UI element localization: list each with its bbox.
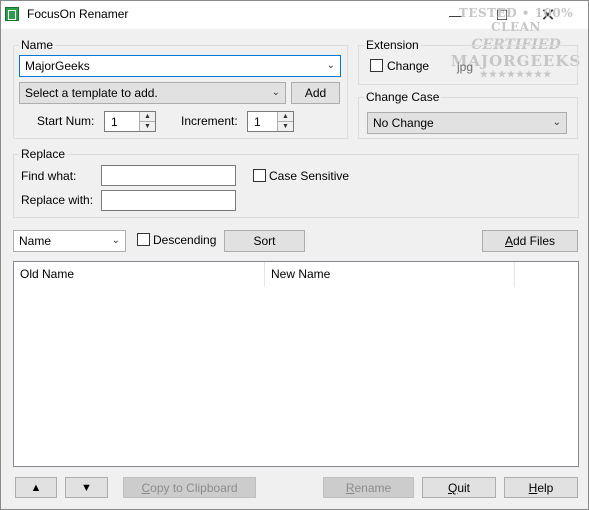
- extension-value[interactable]: jpg: [457, 60, 473, 74]
- move-down-button[interactable]: ▼: [65, 477, 108, 498]
- increment-stepper[interactable]: 1 ▲ ▼: [247, 111, 294, 132]
- increment-arrows: ▲ ▼: [277, 112, 293, 131]
- file-list[interactable]: Old Name New Name: [13, 261, 579, 467]
- name-combo-value: MajorGeeks: [25, 59, 90, 73]
- rename-button[interactable]: Rename: [323, 477, 414, 498]
- increment-label: Increment:: [181, 114, 238, 128]
- start-num-value: 1: [111, 115, 118, 129]
- template-combo[interactable]: Select a template to add. ⌄: [19, 82, 286, 104]
- app-logo-icon: [5, 7, 19, 21]
- sort-button[interactable]: Sort: [224, 230, 305, 252]
- quit-mnemonic: Q: [447, 481, 458, 495]
- add-template-button[interactable]: Add: [291, 82, 340, 104]
- copy-to-clipboard-button[interactable]: Copy to Clipboard: [123, 477, 256, 498]
- help-label: elp: [537, 481, 554, 495]
- quit-button[interactable]: Quit: [422, 477, 496, 498]
- chevron-down-icon: ⌄: [111, 235, 120, 246]
- spin-down-icon[interactable]: ▼: [140, 121, 155, 131]
- change-case-group-label: Change Case: [364, 90, 442, 104]
- replace-group-label: Replace: [19, 147, 68, 161]
- change-case-combo[interactable]: No Change ⌄: [367, 112, 567, 134]
- change-extension-label: Change: [387, 59, 430, 73]
- spin-up-icon[interactable]: ▲: [140, 112, 155, 122]
- change-case-value: No Change: [373, 116, 434, 130]
- chevron-down-icon: ⌄: [326, 60, 335, 71]
- window-title: FocusOn Renamer: [27, 7, 129, 21]
- sort-field-combo[interactable]: Name ⌄: [13, 230, 126, 252]
- copy-mnemonic: C: [141, 481, 151, 495]
- spin-up-icon[interactable]: ▲: [278, 112, 293, 122]
- template-combo-value: Select a template to add.: [25, 86, 158, 100]
- change-extension-checkbox[interactable]: [370, 59, 383, 72]
- column-new-name[interactable]: New Name: [265, 262, 515, 287]
- watermark-line-tested: TESTED • 100% CLEAN: [458, 6, 574, 34]
- find-what-label: Find what:: [21, 169, 77, 183]
- replace-group: [13, 154, 579, 218]
- name-combo[interactable]: MajorGeeks ⌄: [19, 55, 341, 77]
- sort-field-value: Name: [19, 234, 52, 248]
- descending-checkbox[interactable]: [137, 233, 150, 246]
- increment-value: 1: [254, 115, 261, 129]
- chevron-down-icon: ⌄: [271, 87, 280, 98]
- replace-with-input[interactable]: [101, 190, 236, 211]
- copy-label: opy to Clipboard: [150, 481, 238, 495]
- rename-label: ename: [354, 481, 392, 495]
- add-files-button[interactable]: Add Files: [482, 230, 578, 252]
- spin-down-icon[interactable]: ▼: [278, 121, 293, 131]
- chevron-down-icon: ⌄: [552, 117, 561, 128]
- case-sensitive-label: Case Sensitive: [269, 169, 350, 183]
- add-files-mnemonic: A: [504, 234, 513, 248]
- start-num-label: Start Num:: [37, 114, 95, 128]
- add-files-label: dd Files: [512, 234, 556, 248]
- app-window: FocusOn Renamer — ☐ ✕ TESTED • 100% CLEA…: [0, 0, 589, 510]
- quit-label: uit: [457, 481, 471, 495]
- descending-label: Descending: [153, 233, 217, 247]
- name-group-label: Name: [19, 38, 56, 52]
- start-num-arrows: ▲ ▼: [139, 112, 155, 131]
- help-button[interactable]: Help: [504, 477, 578, 498]
- replace-with-label: Replace with:: [21, 193, 94, 207]
- find-what-input[interactable]: [101, 165, 236, 186]
- column-old-name[interactable]: Old Name: [14, 262, 265, 287]
- start-num-stepper[interactable]: 1 ▲ ▼: [104, 111, 156, 132]
- extension-group-label: Extension: [364, 38, 421, 52]
- case-sensitive-checkbox[interactable]: [253, 169, 266, 182]
- move-up-button[interactable]: ▲: [15, 477, 57, 498]
